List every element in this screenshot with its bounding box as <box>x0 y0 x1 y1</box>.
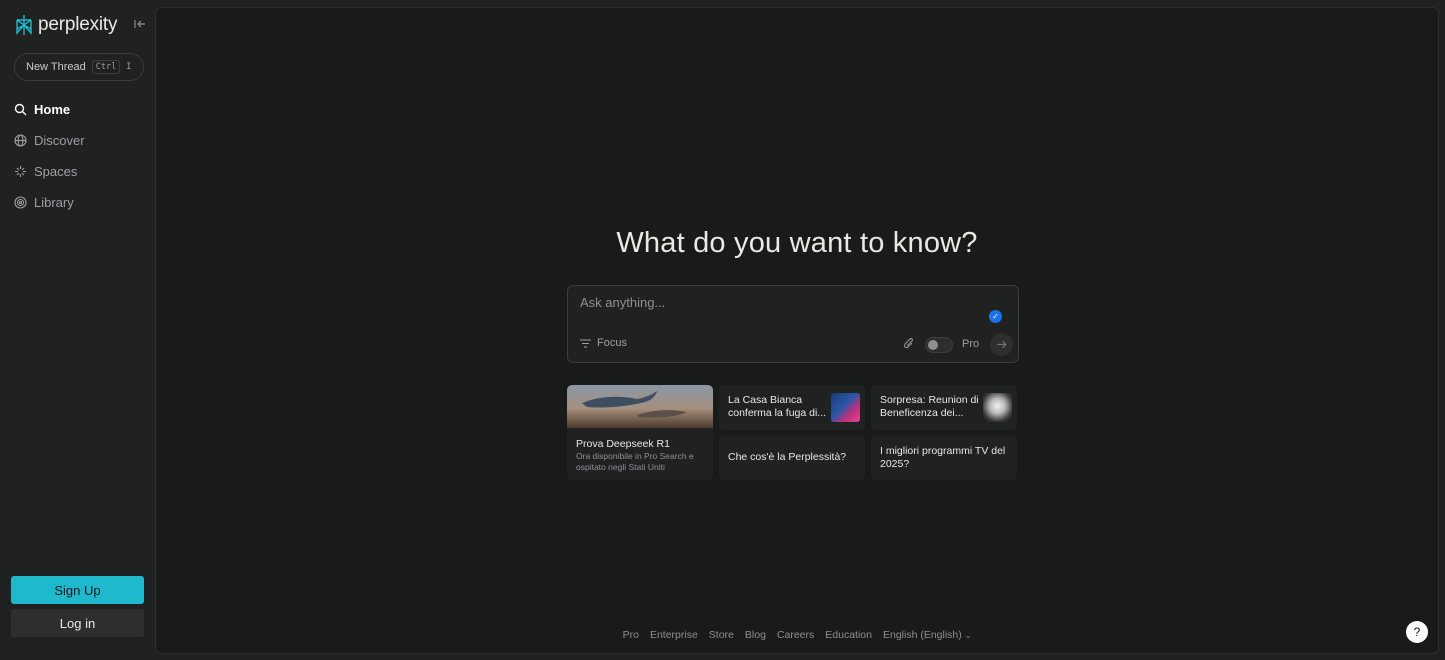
footer-link-store[interactable]: Store <box>709 629 734 641</box>
footer-link-careers[interactable]: Careers <box>777 629 814 641</box>
sidebar-item-label: Spaces <box>34 164 78 179</box>
footer-link-education[interactable]: Education <box>825 629 872 641</box>
chevron-down-icon: ⌄ <box>964 631 972 640</box>
shortcut-key: I <box>126 62 132 72</box>
library-icon <box>14 196 27 209</box>
sidebar-item-spaces[interactable]: Spaces <box>14 156 85 187</box>
news-card-2[interactable]: Sorpresa: Reunion di Beneficenza dei... <box>871 385 1017 430</box>
check-icon[interactable]: ✓ <box>989 310 1002 323</box>
globe-icon <box>14 134 27 147</box>
collapse-sidebar-icon[interactable] <box>133 17 147 31</box>
feature-card-subtitle: Ora disponibile in Pro Search e ospitato… <box>576 451 694 472</box>
new-thread-button[interactable]: New Thread Ctrl I <box>14 53 144 81</box>
sidebar-item-label: Discover <box>34 133 85 148</box>
sidebar-item-home[interactable]: Home <box>14 94 85 125</box>
shortcut-ctrl: Ctrl <box>91 60 121 74</box>
sidebar-item-library[interactable]: Library <box>14 187 85 218</box>
question-card-1[interactable]: Che cos'è la Perplessità? <box>719 435 865 480</box>
focus-button[interactable]: Focus <box>580 337 627 349</box>
question-card-2[interactable]: I migliori programmi TV del 2025? <box>871 435 1017 480</box>
pro-toggle[interactable] <box>925 337 953 353</box>
log-in-button[interactable]: Log in <box>11 609 144 637</box>
footer-link-blog[interactable]: Blog <box>745 629 766 641</box>
footer-links: Pro Enterprise Store Blog Careers Educat… <box>156 629 1438 641</box>
sidebar-item-label: Home <box>34 102 71 117</box>
help-button[interactable]: ? <box>1406 621 1428 643</box>
page-title: What do you want to know? <box>616 227 978 259</box>
news-card-text: Sorpresa: Reunion di Beneficenza dei... <box>880 394 979 419</box>
perplexity-logo-icon <box>16 15 32 35</box>
feature-card-image <box>567 385 713 428</box>
language-selector[interactable]: English (English) ⌄ <box>883 629 971 641</box>
feature-card-title: Prova Deepseek R1 <box>576 438 670 450</box>
news-card-1[interactable]: La Casa Bianca conferma la fuga di... <box>719 385 865 430</box>
toggle-knob <box>928 340 938 350</box>
footer-link-pro[interactable]: Pro <box>623 629 639 641</box>
pro-label: Pro <box>962 338 980 350</box>
sidebar-nav: Home Discover Spaces Library <box>14 94 85 218</box>
news-card-text: La Casa Bianca conferma la fuga di... <box>728 394 827 419</box>
ask-input[interactable] <box>580 295 960 310</box>
logo-text: perplexity <box>38 14 118 35</box>
sidebar: perplexity New Thread Ctrl I Home Discov… <box>0 0 155 660</box>
search-icon <box>14 103 27 116</box>
focus-label: Focus <box>597 337 627 349</box>
ask-box: ✓ Focus Pro <box>567 285 1019 363</box>
submit-button[interactable] <box>990 333 1013 356</box>
filter-icon <box>580 338 591 348</box>
main-panel: What do you want to know? ✓ Focus Pro Pr… <box>155 7 1439 654</box>
paperclip-icon[interactable] <box>903 338 915 350</box>
sidebar-item-discover[interactable]: Discover <box>14 125 85 156</box>
feature-card[interactable]: Prova Deepseek R1 Ora disponibile in Pro… <box>567 385 713 480</box>
sign-up-button[interactable]: Sign Up <box>11 576 144 604</box>
question-card-text: I migliori programmi TV del 2025? <box>880 445 1006 470</box>
logo[interactable]: perplexity <box>14 14 118 36</box>
whale-illustration-icon <box>582 391 687 418</box>
new-thread-label: New Thread <box>26 61 86 73</box>
language-label: English (English) <box>882 629 962 641</box>
sidebar-item-label: Library <box>34 195 74 210</box>
footer-link-enterprise[interactable]: Enterprise <box>650 629 698 641</box>
arrow-right-icon <box>997 340 1007 349</box>
question-card-text: Che cos'è la Perplessità? <box>728 451 847 463</box>
news-thumbnail <box>831 393 860 422</box>
news-thumbnail <box>983 393 1012 422</box>
spaces-icon <box>15 166 26 177</box>
